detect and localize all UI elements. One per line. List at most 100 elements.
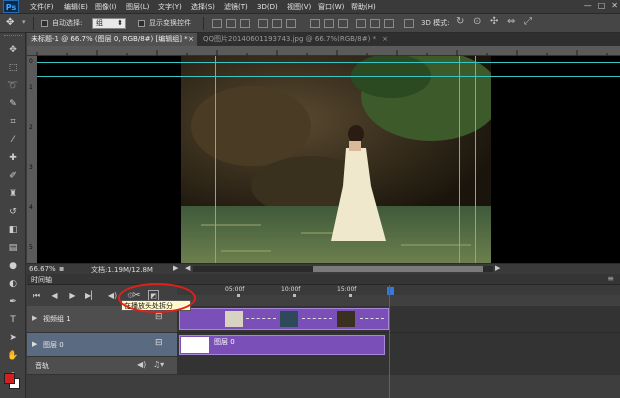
guide-line[interactable] bbox=[37, 62, 620, 63]
menu-3d[interactable]: 3D(D) bbox=[257, 1, 278, 13]
menu-help[interactable]: 帮助(H) bbox=[351, 1, 376, 13]
crop-tool-icon[interactable]: ⌗ bbox=[5, 115, 21, 129]
layer-0-clip[interactable]: 图层 0 bbox=[179, 335, 385, 355]
menu-type[interactable]: 文字(Y) bbox=[158, 1, 182, 13]
status-info-icon[interactable]: ▪ bbox=[59, 264, 64, 273]
eyedropper-tool-icon[interactable]: ⁄ bbox=[5, 133, 21, 147]
drag-3d-icon[interactable]: ✣ bbox=[490, 16, 498, 27]
mute-audio-icon[interactable]: ◀) bbox=[107, 290, 118, 301]
track-options-icon[interactable]: ⊟ bbox=[155, 312, 163, 322]
chevron-down-icon: ⬍ bbox=[117, 19, 123, 27]
healing-brush-tool-icon[interactable]: ✚ bbox=[5, 151, 21, 165]
eraser-tool-icon[interactable]: ◧ bbox=[5, 223, 21, 237]
guide-line[interactable] bbox=[475, 56, 476, 263]
vertical-ruler[interactable]: 0 1 2 3 4 5 bbox=[27, 56, 37, 263]
guide-line[interactable] bbox=[459, 56, 460, 263]
menu-edit[interactable]: 编辑(E) bbox=[64, 1, 88, 13]
horizontal-ruler[interactable] bbox=[27, 46, 620, 56]
speaker-icon[interactable]: ◀) bbox=[137, 360, 146, 369]
next-frame-icon[interactable]: ▶▏ bbox=[85, 290, 97, 301]
auto-select-label: 自动选择: bbox=[52, 19, 83, 27]
gradient-tool-icon[interactable]: ▤ bbox=[5, 241, 21, 255]
first-frame-icon[interactable]: ⏮ bbox=[31, 290, 42, 301]
path-select-tool-icon[interactable]: ➤ bbox=[5, 331, 21, 345]
panel-menu-icon[interactable]: ≡ bbox=[607, 274, 614, 283]
status-bar: 66.67% ▪ 文档:1.19M/12.8M ▶ ◀ ▶ bbox=[27, 263, 620, 274]
timeline-title[interactable]: 时间轴 bbox=[31, 275, 52, 285]
auto-select-dropdown[interactable]: 组 ⬍ bbox=[92, 18, 126, 29]
brush-tool-icon[interactable]: ✐ bbox=[5, 169, 21, 183]
lasso-tool-icon[interactable]: ➰ bbox=[5, 79, 21, 93]
marquee-tool-icon[interactable]: ⬚ bbox=[5, 61, 21, 75]
auto-select-checkbox[interactable] bbox=[41, 20, 48, 27]
close-icon[interactable]: × bbox=[382, 33, 388, 46]
playhead-line[interactable] bbox=[389, 285, 390, 398]
scrollbar-thumb[interactable] bbox=[313, 266, 483, 272]
align-bottom-icon[interactable] bbox=[240, 19, 250, 28]
align-middle-icon[interactable] bbox=[226, 19, 236, 28]
close-icon[interactable]: × bbox=[188, 33, 194, 46]
menu-select[interactable]: 选择(S) bbox=[191, 1, 215, 13]
menu-file[interactable]: 文件(F) bbox=[30, 1, 54, 13]
align-right-icon[interactable] bbox=[286, 19, 296, 28]
tab-untitled[interactable]: 未标题-1 @ 66.7% (图层 0, RGB/8#) [编辑组] * × bbox=[27, 33, 197, 46]
roll-3d-icon[interactable]: ⊙ bbox=[473, 16, 481, 27]
track-header-audio[interactable]: 音轨 ◀) ♫▾ bbox=[27, 357, 177, 375]
blur-tool-icon[interactable]: ● bbox=[5, 259, 21, 273]
menu-filter[interactable]: 滤镜(T) bbox=[224, 1, 248, 13]
foreground-color-swatch[interactable] bbox=[4, 373, 15, 384]
music-note-icon[interactable]: ♫▾ bbox=[153, 360, 164, 369]
menu-layer[interactable]: 图层(L) bbox=[126, 1, 149, 13]
scroll-left-icon[interactable]: ◀ bbox=[185, 264, 190, 272]
move-tool-icon[interactable]: ✥ bbox=[6, 17, 14, 28]
track-header-layer-0[interactable]: ▶ 图层 0 ⊟ bbox=[27, 333, 177, 357]
status-menu-arrow-icon[interactable]: ▶ bbox=[173, 264, 178, 272]
slide-3d-icon[interactable]: ⇔ bbox=[507, 16, 515, 27]
close-button[interactable]: ✕ bbox=[611, 1, 618, 13]
ruler-tick-label: 0 bbox=[29, 58, 33, 65]
distribute-middle-icon[interactable] bbox=[324, 19, 334, 28]
document-canvas[interactable] bbox=[37, 56, 620, 263]
distribute-bottom-icon[interactable] bbox=[338, 19, 348, 28]
time-ruler[interactable]: 05:00f 10:00f 15:00f bbox=[177, 285, 620, 295]
type-tool-icon[interactable]: T bbox=[5, 313, 21, 327]
menu-window[interactable]: 窗口(W) bbox=[318, 1, 344, 13]
history-brush-tool-icon[interactable]: ↺ bbox=[5, 205, 21, 219]
tab-photo[interactable]: QQ图片20140601193743.jpg @ 66.7%(RGB/8#) *… bbox=[199, 33, 391, 46]
quick-select-tool-icon[interactable]: ✎ bbox=[5, 97, 21, 111]
restore-button[interactable]: □ bbox=[598, 1, 606, 13]
guide-line[interactable] bbox=[215, 56, 216, 263]
horizontal-scrollbar[interactable] bbox=[193, 266, 493, 272]
video-group-clip[interactable] bbox=[179, 308, 389, 330]
track-options-icon[interactable]: ⊟ bbox=[155, 338, 163, 348]
preset-dropdown-icon[interactable]: ▾ bbox=[22, 18, 26, 26]
expand-arrow-icon[interactable]: ▶ bbox=[32, 340, 37, 348]
align-top-icon[interactable] bbox=[212, 19, 222, 28]
rotate-3d-icon[interactable]: ↻ bbox=[456, 16, 464, 27]
align-center-icon[interactable] bbox=[272, 19, 282, 28]
move-tool-icon[interactable]: ✥ bbox=[5, 43, 21, 57]
play-icon[interactable]: ▶ bbox=[67, 290, 78, 301]
clip-dash bbox=[246, 318, 276, 319]
pen-tool-icon[interactable]: ✒ bbox=[5, 295, 21, 309]
minimize-button[interactable]: — bbox=[584, 1, 592, 13]
expand-arrow-icon[interactable]: ▶ bbox=[32, 314, 37, 322]
align-left-icon[interactable] bbox=[258, 19, 268, 28]
distribute-left-icon[interactable] bbox=[356, 19, 366, 28]
distribute-right-icon[interactable] bbox=[384, 19, 394, 28]
distribute-top-icon[interactable] bbox=[310, 19, 320, 28]
menu-view[interactable]: 视图(V) bbox=[287, 1, 311, 13]
dodge-tool-icon[interactable]: ◐ bbox=[5, 277, 21, 291]
menu-image[interactable]: 图像(I) bbox=[95, 1, 117, 13]
guide-line[interactable] bbox=[37, 76, 620, 77]
clone-stamp-tool-icon[interactable]: ♜ bbox=[5, 187, 21, 201]
auto-align-icon[interactable] bbox=[404, 19, 414, 28]
scroll-right-icon[interactable]: ▶ bbox=[495, 264, 500, 272]
scale-3d-icon[interactable]: ⤢ bbox=[524, 16, 532, 27]
zoom-level[interactable]: 66.67% bbox=[29, 265, 56, 273]
hand-tool-icon[interactable]: ✋ bbox=[5, 349, 21, 363]
clip-thumbnail bbox=[280, 311, 298, 327]
previous-frame-icon[interactable]: ◀ bbox=[49, 290, 60, 301]
show-transform-checkbox[interactable] bbox=[138, 20, 145, 27]
distribute-center-icon[interactable] bbox=[370, 19, 380, 28]
